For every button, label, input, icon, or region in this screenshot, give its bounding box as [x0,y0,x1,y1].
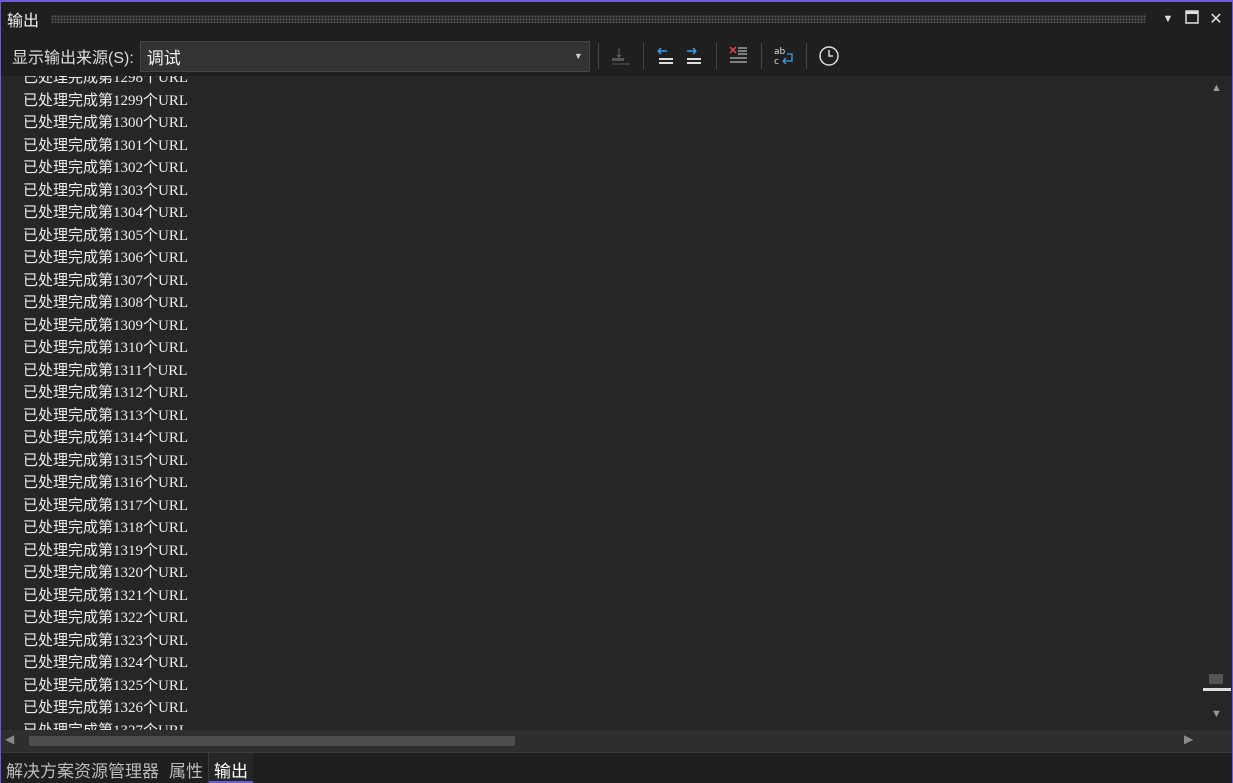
drag-grip[interactable] [51,15,1146,23]
output-line: 已处理完成第1316个URL [23,475,189,491]
divider [760,43,762,69]
find-message-in-code-icon[interactable] [607,42,635,70]
output-line: 已处理完成第1308个URL [23,295,189,311]
window-menu-dropdown-icon[interactable]: ▼ [1156,13,1180,25]
output-line: 已处理完成第1315个URL [23,452,189,469]
output-line: 已处理完成第1305个URL [23,227,189,244]
output-line: 已处理完成第1306个URL [23,250,189,266]
output-line: 已处理完成第1303个URL [23,182,189,199]
output-text-area[interactable]: 已处理完成第1298个URL 已处理完成第1299个URL 已处理完成第1300个U… [1,76,1202,730]
svg-text:ab: ab [774,47,786,57]
output-line: 已处理完成第1309个URL [23,317,189,334]
tab-output[interactable]: 输出 [209,753,253,783]
close-icon[interactable]: ✕ [1204,9,1228,29]
next-message-icon[interactable] [680,42,708,70]
tab-properties[interactable]: 属性 [164,753,209,783]
output-line: 已处理完成第1323个URL [23,632,189,649]
output-line: 已处理完成第1298个URL [23,76,189,86]
output-line: 已处理完成第1314个URL [23,430,189,446]
output-line: 已处理完成第1327个URL [23,720,188,731]
output-line: 已处理完成第1322个URL [23,610,189,626]
scroll-down-icon[interactable]: ▼ [1211,708,1222,720]
divider [805,43,807,69]
vertical-scrollbar[interactable]: ▲ ▼ [1202,76,1232,730]
tool-window-tabs: 解决方案资源管理器 属性 输出 [1,752,1232,783]
output-line: 已处理完成第1319个URL [23,542,189,559]
output-source-label: 显示输出来源(S): [12,50,134,67]
previous-message-icon[interactable] [652,42,680,70]
scroll-position-marker [1203,688,1231,691]
output-line: 已处理完成第1312个URL [23,385,189,401]
tab-solution-explorer[interactable]: 解决方案资源管理器 [1,753,164,783]
clock-icon[interactable] [815,42,843,70]
output-lines: 已处理完成第1298个URL 已处理完成第1299个URL 已处理完成第1300个U… [23,76,188,730]
output-toolbar: 显示输出来源(S): 调试 ▼ ab c [1,36,1232,76]
output-line: 已处理完成第1301个URL [23,137,189,154]
output-line: 已处理完成第1300个URL [23,115,189,131]
output-source-value: 调试 [146,48,181,68]
output-line: 已处理完成第1311个URL [23,362,188,379]
title-bar: 输出 ▼ ✕ [1,2,1232,36]
output-line: 已处理完成第1324个URL [23,655,189,671]
divider [642,43,644,69]
divider [597,43,599,69]
output-line: 已处理完成第1302个URL [23,160,189,176]
svg-text:c: c [774,57,779,67]
scroll-left-icon[interactable]: ◀ [5,732,14,746]
divider [715,43,717,69]
chevron-down-icon: ▼ [573,51,583,61]
word-wrap-icon[interactable]: ab c [770,42,798,70]
output-line: 已处理完成第1320个URL [23,565,189,581]
output-line: 已处理完成第1299个URL [23,92,189,109]
maximize-icon[interactable] [1180,9,1204,29]
output-line: 已处理完成第1321个URL [23,587,189,604]
output-line: 已处理完成第1318个URL [23,520,189,536]
output-line: 已处理完成第1317个URL [23,497,189,514]
horizontal-scrollbar[interactable]: ◀ ▶ [1,730,1232,752]
scroll-thumb[interactable] [1209,674,1223,684]
output-line: 已处理完成第1325个URL [23,677,189,694]
output-source-select[interactable]: 调试 ▼ [139,40,590,72]
output-line: 已处理完成第1307个URL [23,272,189,289]
clear-all-icon[interactable] [725,42,753,70]
output-line: 已处理完成第1310个URL [23,340,189,356]
horizontal-scroll-thumb[interactable] [29,736,515,746]
scroll-up-icon[interactable]: ▲ [1211,82,1222,94]
output-line: 已处理完成第1304个URL [23,205,189,221]
window-title: 输出 [7,13,40,30]
scroll-right-icon[interactable]: ▶ [1184,732,1193,746]
output-line: 已处理完成第1313个URL [23,407,189,424]
output-line: 已处理完成第1326个URL [23,700,189,716]
